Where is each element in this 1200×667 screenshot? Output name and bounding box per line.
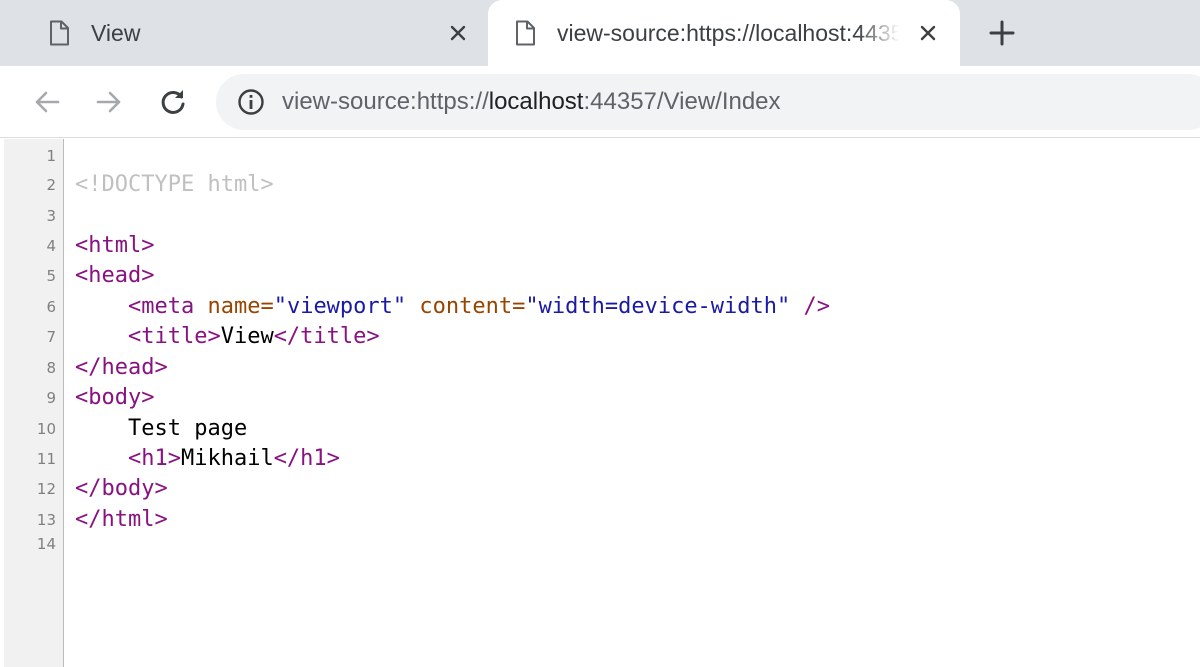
html-tag: </title> xyxy=(273,324,380,349)
line-number: 8 xyxy=(46,359,56,377)
code-text: <html> xyxy=(75,231,154,261)
html-tag: </head> xyxy=(75,355,168,380)
line-number: 7 xyxy=(46,328,56,346)
html-tag: <body> xyxy=(75,385,155,410)
code-text: <h1>Mikhail</h1> xyxy=(75,444,340,474)
source-line: 14 xyxy=(0,529,1200,559)
tab-title: View xyxy=(91,19,141,46)
reload-icon[interactable] xyxy=(155,84,191,120)
text-node: Test page xyxy=(127,416,248,441)
tab-strip: View view-source:https://localhost:44357… xyxy=(0,0,1200,66)
line-number: 4 xyxy=(46,237,56,255)
source-line: 7 <title>View</title> xyxy=(0,322,1200,352)
line-number: 14 xyxy=(36,535,56,553)
line-number: 2 xyxy=(46,176,56,194)
doctype: <!DOCTYPE html> xyxy=(75,172,274,197)
code-text: </head> xyxy=(75,353,168,383)
line-number: 3 xyxy=(46,207,56,225)
code-text: <title>View</title> xyxy=(75,322,380,352)
source-line: 10 Test page xyxy=(0,414,1200,444)
html-tag: </body> xyxy=(75,476,168,501)
attribute-value: "viewport" xyxy=(273,294,407,319)
html-tag: <html> xyxy=(75,233,155,258)
source-line: 9 <body> xyxy=(0,383,1200,413)
text-node: Mikhail xyxy=(180,446,274,471)
source-line: 6 <meta name="viewport" content="width=d… xyxy=(0,292,1200,322)
line-number: 9 xyxy=(46,389,56,407)
tab-view[interactable]: View xyxy=(28,0,488,66)
source-line: 8 </head> xyxy=(0,353,1200,383)
attribute-value: "width=device-width" xyxy=(525,294,791,319)
html-tag: <head> xyxy=(75,263,155,288)
attribute-name: name= xyxy=(194,294,274,319)
html-tag: <meta xyxy=(127,294,195,319)
html-tag: <h1> xyxy=(127,446,181,471)
source-view: 1 2 <!DOCTYPE html> 3 4 <html> 5 <head> … xyxy=(0,139,1200,667)
code-text: <head> xyxy=(75,261,154,291)
html-tag: <title> xyxy=(127,324,221,349)
code-text: <body> xyxy=(75,383,154,413)
tab-title: view-source:https://localhost:44357/View… xyxy=(557,19,899,46)
address-bar[interactable]: view-source:https://localhost:44357/View… xyxy=(216,74,1200,130)
attribute-name: content= xyxy=(406,294,526,319)
forward-arrow-icon[interactable] xyxy=(91,84,127,120)
html-tag: /> xyxy=(790,294,831,319)
line-number: 12 xyxy=(36,480,56,498)
line-number: 6 xyxy=(46,298,56,316)
url-path: :44357/View/Index xyxy=(583,88,781,115)
source-line: 3 xyxy=(0,201,1200,231)
text-node: View xyxy=(220,324,274,349)
code-text: Test page xyxy=(75,414,247,444)
tab-view-source[interactable]: view-source:https://localhost:44357/View… xyxy=(488,0,960,66)
source-line: 4 <html> xyxy=(0,231,1200,261)
code-text: </body> xyxy=(75,474,168,504)
line-number: 5 xyxy=(46,267,56,285)
line-number: 10 xyxy=(36,420,56,438)
source-line: 1 xyxy=(0,141,1200,171)
code-text: <!DOCTYPE html> xyxy=(75,170,274,200)
info-icon[interactable] xyxy=(236,87,266,117)
code-text: <meta name="viewport" content="width=dev… xyxy=(75,292,830,322)
close-icon[interactable] xyxy=(914,19,942,47)
url-prefix: view-source:https:// xyxy=(282,88,489,115)
line-number: 11 xyxy=(36,450,56,468)
html-tag: </h1> xyxy=(273,446,340,471)
source-line: 5 <head> xyxy=(0,261,1200,291)
url-text: view-source:https://localhost:44357/View… xyxy=(282,88,781,116)
document-icon xyxy=(48,20,70,46)
document-icon xyxy=(514,20,536,46)
url-host: localhost xyxy=(488,88,584,115)
close-icon[interactable] xyxy=(444,19,472,47)
browser-toolbar: view-source:https://localhost:44357/View… xyxy=(0,66,1200,138)
source-line: 11 <h1>Mikhail</h1> xyxy=(0,444,1200,474)
plus-icon[interactable] xyxy=(986,17,1018,49)
line-number: 1 xyxy=(46,147,56,165)
source-line: 12 </body> xyxy=(0,474,1200,504)
source-line: 2 <!DOCTYPE html> xyxy=(0,170,1200,200)
back-arrow-icon[interactable] xyxy=(29,84,65,120)
